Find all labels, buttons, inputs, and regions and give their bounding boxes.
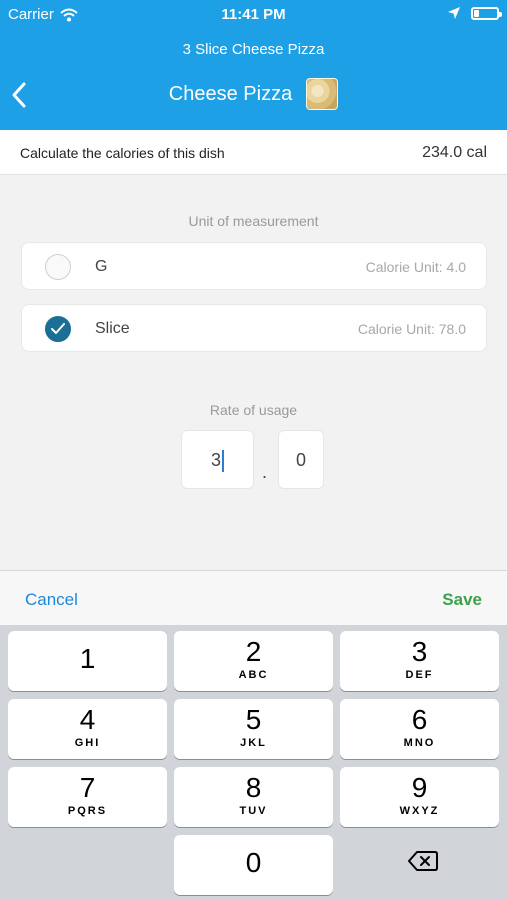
cancel-button[interactable]: Cancel <box>25 590 78 610</box>
radio-checked-icon[interactable] <box>45 316 71 342</box>
key-number: 0 <box>245 847 262 878</box>
key-number: 8 <box>245 772 262 803</box>
nav-title-group: Cheese Pizza <box>0 78 507 110</box>
unit-option-name: Slice <box>95 320 130 337</box>
radio-unchecked-icon[interactable] <box>45 254 71 280</box>
rate-separator: . <box>262 462 268 482</box>
key-letters: JKL <box>240 737 267 749</box>
key-number: 2 <box>245 636 262 667</box>
key-number: 3 <box>411 636 428 667</box>
dish-thumbnail <box>306 78 339 110</box>
app-header: Carrier 11:41 PM 3 Slice Cheese Pizza Ch… <box>0 0 507 130</box>
key-number: 4 <box>79 704 96 735</box>
keyboard-action-bar: Cancel Save <box>0 570 507 625</box>
calories-value: 234.0 cal <box>422 144 487 161</box>
key-letters: PQRS <box>67 805 108 817</box>
rate-whole-input[interactable]: 3 <box>181 430 254 489</box>
key-letters: GHI <box>74 737 101 749</box>
rate-fraction-input[interactable]: 0 <box>278 430 324 489</box>
page-title: Cheese Pizza <box>168 82 293 105</box>
key-letters: WXYZ <box>399 805 440 817</box>
key-8[interactable]: 8 TUV <box>174 767 333 827</box>
location-arrow-icon <box>448 7 460 19</box>
key-4[interactable]: 4 GHI <box>8 699 167 759</box>
unit-option-g[interactable]: G Calorie Unit: 4.0 <box>21 242 487 290</box>
key-3[interactable]: 3 DEF <box>340 631 499 691</box>
key-2[interactable]: 2 ABC <box>174 631 333 691</box>
key-number: 6 <box>411 704 428 735</box>
key-letters: MNO <box>403 737 436 749</box>
status-bar: Carrier 11:41 PM <box>0 0 507 30</box>
save-button[interactable]: Save <box>442 590 482 610</box>
key-letters: TUV <box>239 805 268 817</box>
status-right <box>447 6 502 20</box>
key-number: 1 <box>79 643 96 674</box>
key-1[interactable]: 1 <box>8 631 167 691</box>
calories-row: Calculate the calories of this dish 234.… <box>0 130 507 175</box>
key-0[interactable]: 0 <box>174 835 333 895</box>
key-number: 7 <box>79 772 96 803</box>
unit-option-name: G <box>95 258 108 275</box>
dish-subtitle: 3 Slice Cheese Pizza <box>182 41 325 58</box>
key-number: 9 <box>411 772 428 803</box>
unit-option-calorie: Calorie Unit: 78.0 <box>357 321 466 337</box>
rate-fraction-value: 0 <box>295 450 306 470</box>
key-5[interactable]: 5 JKL <box>174 699 333 759</box>
status-time: 11:41 PM <box>221 6 286 23</box>
key-9[interactable]: 9 WXYZ <box>340 767 499 827</box>
rate-whole-value: 3 <box>210 450 221 470</box>
text-caret <box>222 450 224 473</box>
backspace-icon <box>408 851 438 871</box>
calories-label: Calculate the calories of this dish <box>20 145 225 161</box>
backspace-key[interactable] <box>408 850 438 872</box>
battery-icon <box>471 6 502 20</box>
key-7[interactable]: 7 PQRS <box>8 767 167 827</box>
rate-section-title: Rate of usage <box>209 402 298 418</box>
checkmark-icon <box>51 323 65 334</box>
key-6[interactable]: 6 MNO <box>340 699 499 759</box>
key-letters: DEF <box>405 669 434 681</box>
key-letters: ABC <box>238 669 269 681</box>
unit-option-slice[interactable]: Slice Calorie Unit: 78.0 <box>21 304 487 352</box>
key-number: 5 <box>245 704 262 735</box>
unit-section-title: Unit of measurement <box>188 213 319 229</box>
unit-option-calorie: Calorie Unit: 4.0 <box>365 259 466 275</box>
